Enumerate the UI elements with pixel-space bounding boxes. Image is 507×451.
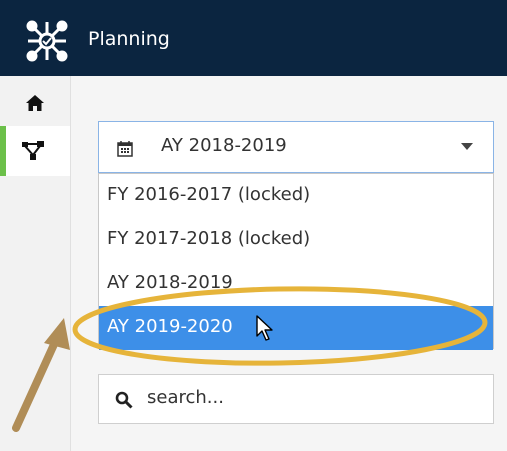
year-option[interactable]: FY 2016-2017 (locked) xyxy=(99,174,493,218)
year-select[interactable]: AY 2018-2019 xyxy=(98,121,494,173)
search-placeholder: search... xyxy=(147,387,224,408)
search-icon xyxy=(115,391,133,409)
sidebar-item-home[interactable] xyxy=(0,82,70,126)
year-option[interactable]: AY 2018-2019 xyxy=(99,262,493,306)
home-icon xyxy=(26,95,44,111)
sitemap-icon xyxy=(22,141,44,160)
app-header: Planning xyxy=(0,0,507,76)
year-dropdown-list: FY 2016-2017 (locked) FY 2017-2018 (lock… xyxy=(98,173,494,350)
sidebar-item-planning[interactable] xyxy=(0,126,70,176)
year-option-highlighted[interactable]: AY 2019-2020 xyxy=(99,306,493,350)
chevron-down-icon xyxy=(461,143,473,150)
search-box[interactable]: search... xyxy=(98,374,494,424)
calendar-icon xyxy=(117,141,133,157)
year-option[interactable]: FY 2017-2018 (locked) xyxy=(99,218,493,262)
app-title: Planning xyxy=(88,28,170,50)
year-select-value: AY 2018-2019 xyxy=(161,135,287,156)
network-nodes-logo xyxy=(26,20,68,62)
sidebar xyxy=(0,76,71,451)
